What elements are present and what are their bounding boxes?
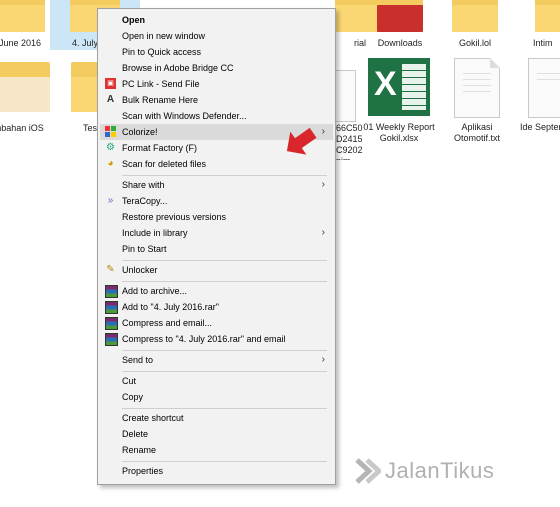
menu-item-unlocker[interactable]: ✎ Unlocker [100, 262, 333, 278]
menu-separator [122, 350, 327, 351]
winrar-icon [105, 285, 118, 298]
menu-item-delete[interactable]: Delete [100, 426, 333, 442]
chevron-right-icon: › [321, 354, 325, 365]
menu-separator [122, 408, 327, 409]
winrar-icon [105, 333, 118, 346]
menu-item-teracopy[interactable]: » TeraCopy... [100, 193, 333, 209]
bulk-rename-icon: A [106, 94, 115, 105]
folder-icon [535, 0, 560, 32]
menu-item-include-library[interactable]: Include in library › [100, 225, 333, 241]
winrar-icon [105, 301, 118, 314]
chevron-right-icon: › [321, 179, 325, 190]
desktop-item[interactable]: Ide Septem [506, 56, 560, 156]
menu-item-pc-link[interactable]: ▣ PC Link - Send File [100, 76, 333, 92]
document-icon [334, 70, 356, 122]
context-menu: Open Open in new window Pin to Quick acc… [97, 8, 336, 485]
menu-separator [122, 175, 327, 176]
watermark: JalanTikus [385, 458, 495, 483]
menu-item-bulk-rename[interactable]: A Bulk Rename Here [100, 92, 333, 108]
menu-item-adobe-bridge[interactable]: Browse in Adobe Bridge CC [100, 60, 333, 76]
desktop-item[interactable]: X 01 Weekly Report Gokil.xlsx [354, 56, 444, 156]
excel-icon: X [368, 58, 430, 116]
folder-icon [452, 0, 498, 32]
menu-item-open-new-window[interactable]: Open in new window [100, 28, 333, 44]
menu-separator [122, 260, 327, 261]
winrar-icon [105, 317, 118, 330]
file-label: 01 Weekly Report Gokil.xlsx [363, 122, 435, 143]
menu-item-compress-rar-email[interactable]: Compress to "4. July 2016.rar" and email [100, 331, 333, 347]
folder-icon [0, 0, 45, 32]
menu-item-pin-start[interactable]: Pin to Start [100, 241, 333, 257]
recover-icon: ◕ [107, 158, 114, 169]
text-file-icon [528, 58, 560, 118]
menu-item-copy[interactable]: Copy [100, 389, 333, 405]
chevron-right-icon: › [321, 227, 325, 238]
teracopy-icon: » [107, 195, 114, 206]
chevron-right-icon: › [321, 126, 325, 137]
menu-item-add-archive[interactable]: Add to archive... [100, 283, 333, 299]
file-label: Intim [533, 38, 553, 48]
desktop-item[interactable]: nbahan iOS [0, 60, 65, 133]
file-label: Ide Septem [520, 122, 560, 132]
menu-item-properties[interactable]: Properties [100, 463, 333, 479]
pc-link-icon: ▣ [105, 78, 116, 89]
menu-separator [122, 281, 327, 282]
menu-item-cut[interactable]: Cut [100, 373, 333, 389]
menu-item-create-shortcut[interactable]: Create shortcut [100, 410, 333, 426]
menu-item-compress-email[interactable]: Compress and email... [100, 315, 333, 331]
text-file-icon [454, 58, 500, 118]
menu-item-add-to-rar[interactable]: Add to "4. July 2016.rar" [100, 299, 333, 315]
menu-separator [122, 461, 327, 462]
jalantikus-logo-icon [355, 458, 381, 484]
menu-item-restore-versions[interactable]: Restore previous versions [100, 209, 333, 225]
annotation-arrow-icon [286, 127, 317, 155]
menu-item-open[interactable]: Open [100, 12, 333, 28]
unlocker-icon: ✎ [106, 264, 115, 275]
folder-icon [0, 62, 50, 112]
menu-item-pin-quick-access[interactable]: Pin to Quick access [100, 44, 333, 60]
colorize-icon [105, 126, 116, 137]
menu-separator [122, 371, 327, 372]
file-label: nbahan iOS [0, 123, 44, 133]
menu-item-send-to[interactable]: Send to › [100, 352, 333, 368]
desktop-item[interactable]: Intim [505, 0, 560, 50]
downloads-folder-icon [377, 0, 423, 32]
menu-item-windows-defender[interactable]: Scan with Windows Defender... [100, 108, 333, 124]
format-factory-icon: ⚙ [106, 142, 115, 153]
menu-item-share-with[interactable]: Share with › [100, 177, 333, 193]
menu-item-rename[interactable]: Rename [100, 442, 333, 458]
